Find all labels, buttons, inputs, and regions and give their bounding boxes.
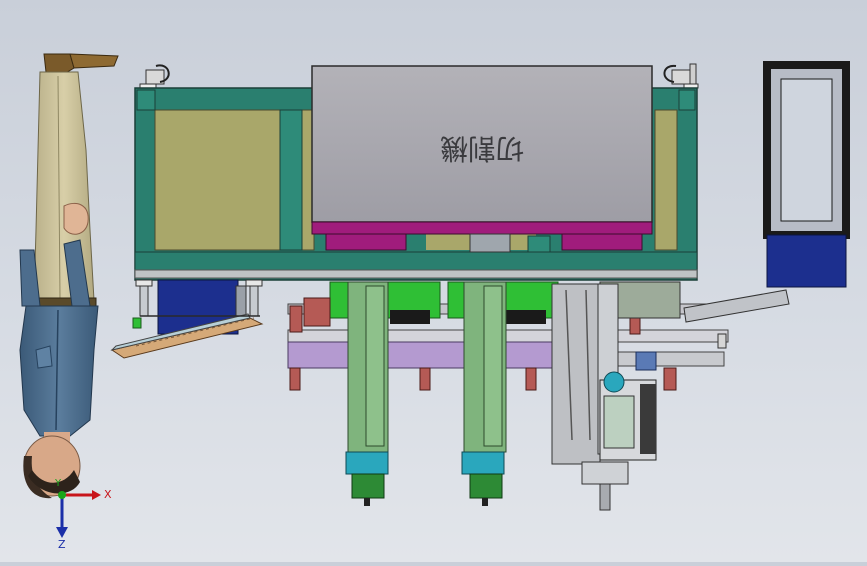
- side-control-panel[interactable]: [763, 61, 850, 288]
- cad-drawing[interactable]: X Y Z 切割機: [0, 0, 867, 562]
- y-axis-label: Y: [54, 478, 62, 489]
- leveling-foot-left: [139, 64, 170, 89]
- leveling-foot-right: [663, 63, 699, 89]
- z-axis-label: Z: [58, 538, 66, 551]
- cutting-machine-hood[interactable]: 切割機: [311, 65, 653, 253]
- slide-unit-middle[interactable]: [461, 281, 507, 506]
- cad-viewport[interactable]: X Y Z 切割機: [0, 0, 867, 562]
- human-scale-figure: [19, 53, 119, 499]
- slide-unit-left[interactable]: [345, 281, 389, 506]
- machine-label-text: 切割機: [440, 132, 524, 165]
- x-axis-label: X: [104, 488, 112, 501]
- guide-arm[interactable]: [683, 289, 790, 323]
